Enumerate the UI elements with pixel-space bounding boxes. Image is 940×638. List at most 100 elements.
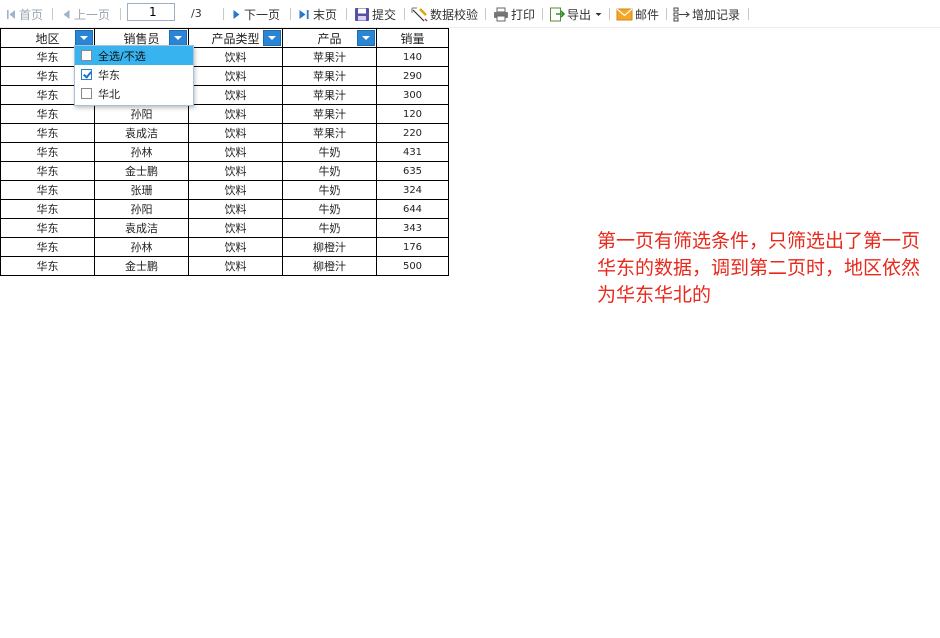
column-header-product-type: 产品类型: [188, 28, 283, 48]
submit-label: 提交: [372, 7, 397, 22]
first-page-button[interactable]: 首页: [6, 4, 43, 24]
table-row: 华东 张珊 饮料 牛奶 324: [0, 180, 449, 200]
filter-option-east-china[interactable]: 华东: [75, 65, 193, 84]
cell-sales-volume: 140: [376, 47, 449, 67]
toolbar-separator: [290, 8, 291, 20]
filter-option-select-all[interactable]: 全选/不选: [75, 46, 193, 65]
product-filter-button[interactable]: [357, 30, 375, 46]
cell-product-type: 饮料: [188, 237, 283, 257]
cell-sales-volume: 343: [376, 218, 449, 238]
cell-sales-volume: 120: [376, 104, 449, 124]
prev-page-button[interactable]: 上一页: [61, 4, 110, 24]
report-toolbar: 首页 上一页 /3 下一页 末页 提交 数据校验 打印 导出 邮件: [0, 0, 940, 28]
cell-product: 苹果汁: [282, 123, 377, 143]
submit-button[interactable]: 提交: [354, 4, 396, 24]
filter-option-north-china[interactable]: 华北: [75, 84, 193, 103]
cell-salesperson: 孙林: [94, 237, 189, 257]
cell-region: 华东: [0, 199, 95, 219]
column-header-label: 销售员: [123, 31, 160, 46]
export-button[interactable]: 导出: [549, 4, 605, 24]
table-row: 华东 孙林 饮料 牛奶 431: [0, 142, 449, 162]
cell-salesperson: 孙阳: [94, 104, 189, 124]
cell-product-type: 饮料: [188, 180, 283, 200]
cell-sales-volume: 500: [376, 256, 449, 276]
export-icon: [550, 7, 565, 22]
cell-sales-volume: 635: [376, 161, 449, 181]
table-row: 华东 金士鹏 饮料 柳橙汁 500: [0, 256, 449, 276]
filter-option-label: 全选/不选: [98, 49, 146, 63]
cell-product-type: 饮料: [188, 161, 283, 181]
cell-salesperson: 袁成洁: [94, 218, 189, 238]
cell-product-type: 饮料: [188, 66, 283, 86]
cell-product: 牛奶: [282, 199, 377, 219]
cell-sales-volume: 290: [376, 66, 449, 86]
page-number-input[interactable]: [127, 3, 175, 21]
mail-label: 邮件: [635, 7, 660, 22]
cell-salesperson: 孙阳: [94, 199, 189, 219]
next-page-button[interactable]: 下一页: [231, 4, 280, 24]
add-record-button[interactable]: 增加记录: [673, 4, 740, 24]
cell-product: 柳橙汁: [282, 256, 377, 276]
mail-button[interactable]: 邮件: [616, 4, 659, 24]
cell-sales-volume: 431: [376, 142, 449, 162]
cell-product: 柳橙汁: [282, 237, 377, 257]
printer-icon: [494, 7, 508, 21]
verify-pencil-icon: [411, 7, 428, 21]
cell-product: 牛奶: [282, 161, 377, 181]
page-total: /3: [191, 7, 202, 20]
last-page-icon: [299, 9, 309, 19]
filter-checkbox-checked[interactable]: [81, 69, 92, 80]
column-header-product: 产品: [282, 28, 377, 48]
next-page-label: 下一页: [244, 7, 281, 22]
cell-sales-volume: 644: [376, 199, 449, 219]
cell-region: 华东: [0, 237, 95, 257]
toolbar-separator: [346, 8, 347, 20]
cell-salesperson: 孙林: [94, 142, 189, 162]
add-record-icon: [673, 7, 690, 21]
toolbar-separator: [223, 8, 224, 20]
cell-product-type: 饮料: [188, 47, 283, 67]
toolbar-separator: [485, 8, 486, 20]
annotation-note: 第一页有筛选条件，只筛选出了第一页 华东的数据，调到第二页时，地区依然为华东华北…: [597, 230, 921, 306]
cell-sales-volume: 300: [376, 85, 449, 105]
last-page-button[interactable]: 末页: [298, 4, 337, 24]
cell-product-type: 饮料: [188, 256, 283, 276]
column-header-label: 销量: [400, 31, 425, 46]
data-verify-label: 数据校验: [430, 7, 479, 22]
chevron-down-icon: [595, 12, 602, 16]
filter-checkbox[interactable]: [81, 50, 92, 61]
filter-option-label: 华北: [98, 87, 120, 101]
column-header-label: 产品类型: [211, 31, 260, 46]
table-row: 华东 孙林 饮料 柳橙汁 176: [0, 237, 449, 257]
prev-page-icon: [63, 9, 70, 19]
first-page-icon: [7, 9, 15, 19]
cell-salesperson: 金士鹏: [94, 256, 189, 276]
column-header-label: 产品: [317, 31, 342, 46]
report-table: 地区 销售员 产品类型 产品 销量 华东 饮料 苹果汁 140 华东 饮料 苹果汁 290 …: [0, 28, 449, 276]
product-type-filter-button[interactable]: [263, 30, 281, 46]
last-page-label: 末页: [313, 7, 338, 22]
region-filter-dropdown: 全选/不选 华东 华北: [74, 45, 194, 106]
next-page-icon: [233, 9, 240, 19]
cell-product-type: 饮料: [188, 218, 283, 238]
data-verify-button[interactable]: 数据校验: [411, 4, 478, 24]
cell-sales-volume: 324: [376, 180, 449, 200]
toolbar-separator: [666, 8, 667, 20]
cell-product: 苹果汁: [282, 85, 377, 105]
toolbar-separator: [748, 8, 749, 20]
table-row: 华东 金士鹏 饮料 牛奶 635: [0, 161, 449, 181]
filter-option-label: 华东: [98, 68, 120, 82]
filter-checkbox[interactable]: [81, 88, 92, 99]
toolbar-separator: [52, 8, 53, 20]
column-header-sales-volume: 销量: [376, 28, 449, 48]
cell-product-type: 饮料: [188, 85, 283, 105]
cell-product-type: 饮料: [188, 142, 283, 162]
table-row: 华东 饮料 苹果汁 290: [0, 66, 449, 86]
print-button[interactable]: 打印: [493, 4, 535, 24]
salesperson-filter-button[interactable]: [169, 30, 187, 46]
toolbar-separator: [609, 8, 610, 20]
table-row: 华东 饮料 苹果汁 140: [0, 47, 449, 67]
table-row: 华东 孙阳 饮料 苹果汁 120: [0, 104, 449, 124]
cell-salesperson: 袁成洁: [94, 123, 189, 143]
region-filter-button[interactable]: [75, 30, 93, 46]
